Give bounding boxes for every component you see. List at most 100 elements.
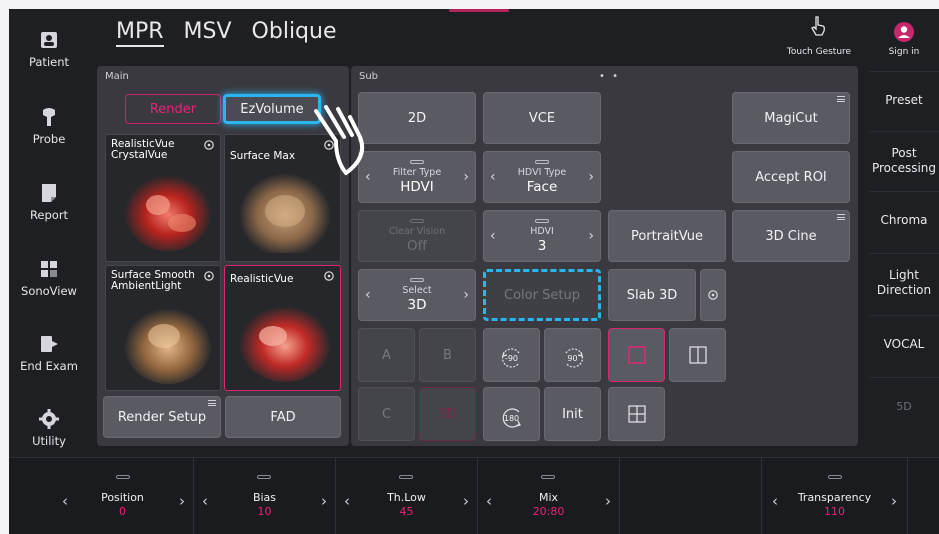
sub-panel-title: Sub <box>359 71 379 82</box>
chevron-right-icon[interactable]: › <box>321 492 327 510</box>
fad-button[interactable]: FAD <box>225 396 341 438</box>
quad-layout-button[interactable] <box>608 387 665 441</box>
sign-in-button[interactable]: Sign in <box>869 9 939 69</box>
chevron-left-icon[interactable]: ‹ <box>490 169 496 185</box>
gear-icon <box>39 409 59 429</box>
sub-panel: Sub • • 2D VCE MagiCut ‹ Filter Type HDVI… <box>351 66 858 446</box>
nav-utility[interactable]: Utility <box>9 393 89 463</box>
rnav-vocal[interactable]: VOCAL <box>869 315 939 373</box>
nav-label: Report <box>29 208 69 222</box>
stepper-indicator <box>410 278 424 282</box>
chevron-left-icon[interactable]: ‹ <box>344 492 350 510</box>
chevron-left-icon[interactable]: ‹ <box>490 228 496 244</box>
chevron-right-icon[interactable]: › <box>463 492 469 510</box>
3d-cine-label: 3D Cine <box>765 228 817 244</box>
magicut-button[interactable]: MagiCut <box>732 92 850 144</box>
transparency-control[interactable]: ‹ Transparency 110 › <box>762 458 908 534</box>
dual-layout-button[interactable] <box>669 328 726 382</box>
thumb-realisticvue-crystalvue[interactable]: RealisticVue CrystalVue <box>105 134 221 262</box>
chevron-right-icon[interactable]: › <box>588 228 594 244</box>
chevron-right-icon[interactable]: › <box>588 169 594 185</box>
chevron-left-icon[interactable]: ‹ <box>365 287 371 303</box>
chevron-left-icon[interactable]: ‹ <box>486 492 492 510</box>
clear-vision-stepper: Clear Vision Off <box>358 210 476 262</box>
render-setup-label: Render Setup <box>117 409 207 425</box>
stepper-indicator <box>410 160 424 164</box>
single-view-icon <box>627 346 646 364</box>
settings-icon[interactable] <box>203 270 215 282</box>
accept-roi-button[interactable]: Accept ROI <box>732 151 850 203</box>
sign-in-label: Sign in <box>888 47 920 57</box>
3d-cine-button[interactable]: 3D Cine <box>732 210 850 262</box>
magicut-label: MagiCut <box>764 110 818 126</box>
top-handle[interactable] <box>449 9 509 12</box>
control-value: 110 <box>824 504 845 518</box>
thumb-label: Surface Max <box>230 150 296 162</box>
slab-3d-button[interactable]: Slab 3D <box>608 269 696 321</box>
nav-label: End Exam <box>20 359 78 373</box>
page-dots[interactable]: • • <box>599 71 620 82</box>
position-control[interactable]: ‹ Position 0 › <box>52 458 194 534</box>
control-value: 20:80 <box>532 504 565 518</box>
thumb-realisticvue-selected[interactable]: RealisticVue <box>224 265 341 391</box>
tab-oblique[interactable]: Oblique <box>252 19 337 47</box>
init-button[interactable]: Init <box>544 387 601 441</box>
render-button[interactable]: Render <box>125 94 221 124</box>
render-setup-button[interactable]: Render Setup <box>103 396 221 438</box>
nav-end-exam[interactable]: End Exam <box>9 318 89 388</box>
rnav-post-processing[interactable]: Post Processing <box>869 131 939 189</box>
stepper-caption: Clear Vision <box>388 226 446 237</box>
portraitvue-button[interactable]: PortraitVue <box>608 210 726 262</box>
chevron-left-icon[interactable]: ‹ <box>62 492 68 510</box>
stepper-value: HDVI <box>400 179 434 195</box>
chevron-left-icon[interactable]: ‹ <box>772 492 778 510</box>
tab-msv[interactable]: MSV <box>184 19 232 47</box>
select-stepper[interactable]: ‹ Select 3D › <box>358 269 476 321</box>
chevron-right-icon[interactable]: › <box>605 492 611 510</box>
rotate-label: -90 <box>504 354 519 363</box>
th-low-control[interactable]: ‹ Th.Low 45 › <box>336 458 478 534</box>
touch-gesture-button[interactable]: Touch Gesture <box>779 15 859 61</box>
single-layout-button[interactable] <box>608 328 665 382</box>
rotate-90-button[interactable]: 90 <box>544 328 601 382</box>
chevron-right-icon[interactable]: › <box>463 169 469 185</box>
rnav-light-direction[interactable]: Light Direction <box>869 253 939 311</box>
hdvi-stepper[interactable]: ‹ HDVI 3 › <box>483 210 601 262</box>
settings-icon[interactable] <box>203 139 215 151</box>
control-indicator <box>399 474 414 479</box>
tab-mpr[interactable]: MPR <box>116 19 164 47</box>
report-icon <box>42 184 56 202</box>
chevron-right-icon[interactable]: › <box>891 492 897 510</box>
menu-icon <box>837 214 845 220</box>
control-value: 10 <box>257 504 272 518</box>
mix-control[interactable]: ‹ Mix 20:80 › <box>478 458 620 534</box>
slab-3d-settings-button[interactable] <box>700 269 726 321</box>
bias-control[interactable]: ‹ Bias 10 › <box>194 458 336 534</box>
color-setup-button[interactable]: Color Setup <box>483 269 601 321</box>
nav-sonoview[interactable]: SonoView <box>9 243 89 313</box>
nav-probe[interactable]: Probe <box>9 91 89 161</box>
rnav-preset[interactable]: Preset <box>869 71 939 129</box>
ultrasound-touch-screen: Patient Probe Report SonoView End Exam U… <box>9 9 939 534</box>
rotate-minus-90-button[interactable]: -90 <box>483 328 540 382</box>
control-indicator <box>827 474 842 479</box>
rnav-chroma[interactable]: Chroma <box>869 191 939 249</box>
nav-report[interactable]: Report <box>9 167 89 237</box>
stepper-indicator <box>535 219 549 223</box>
rotate-label: 90 <box>567 354 578 363</box>
control-caption: Th.Low <box>387 490 426 504</box>
touch-gesture-label: Touch Gesture <box>786 47 852 57</box>
chevron-right-icon[interactable]: › <box>463 287 469 303</box>
dual-view-icon <box>688 346 707 364</box>
hdvi-type-stepper[interactable]: ‹ HDVI Type Face › <box>483 151 601 203</box>
c-button: C <box>358 387 415 441</box>
vce-button[interactable]: VCE <box>483 92 601 144</box>
settings-icon[interactable] <box>323 270 335 282</box>
rotate-180-button[interactable]: 180 <box>483 387 540 441</box>
nav-patient[interactable]: Patient <box>9 14 89 84</box>
chevron-left-icon[interactable]: ‹ <box>202 492 208 510</box>
thumb-surface-smooth-ambientlight[interactable]: Surface Smooth AmbientLight <box>105 265 221 391</box>
chevron-right-icon[interactable]: › <box>179 492 185 510</box>
sonoview-icon <box>41 261 57 277</box>
control-caption: Transparency <box>797 490 872 504</box>
